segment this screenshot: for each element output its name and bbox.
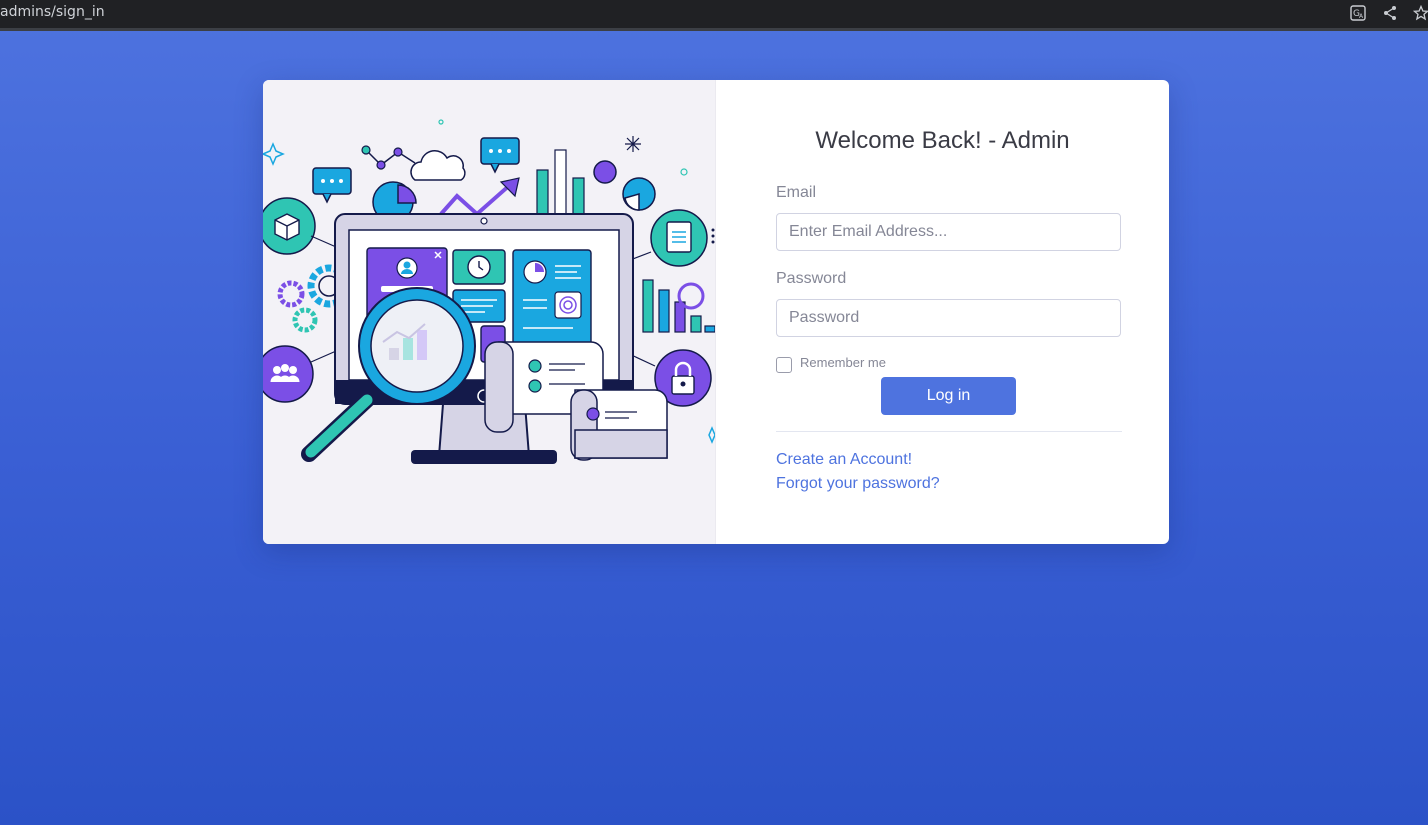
login-card: Welcome Back! - Admin Email Password Rem… (263, 80, 1169, 544)
star-icon[interactable] (1412, 4, 1428, 21)
forgot-password-link[interactable]: Forgot your password? (776, 475, 940, 493)
share-icon[interactable] (1382, 5, 1398, 21)
login-button[interactable]: Log in (881, 377, 1016, 415)
dashboard-illustration (263, 80, 716, 544)
remember-me-checkbox[interactable] (776, 357, 792, 373)
browser-toolbar: admins/sign_in GA (0, 0, 1428, 31)
email-label: Email (776, 184, 817, 201)
translate-icon[interactable]: GA (1350, 5, 1366, 21)
create-account-link[interactable]: Create an Account! (776, 451, 912, 469)
divider (776, 431, 1122, 432)
remember-me-label[interactable]: Remember me (800, 355, 886, 370)
address-bar-url[interactable]: admins/sign_in (0, 4, 105, 20)
email-field[interactable] (776, 213, 1121, 251)
password-label: Password (776, 270, 847, 287)
page-title: Welcome Back! - Admin (815, 127, 1070, 154)
password-field[interactable] (776, 299, 1121, 337)
login-form: Welcome Back! - Admin Email Password Rem… (716, 80, 1169, 544)
svg-text:A: A (1359, 13, 1364, 20)
